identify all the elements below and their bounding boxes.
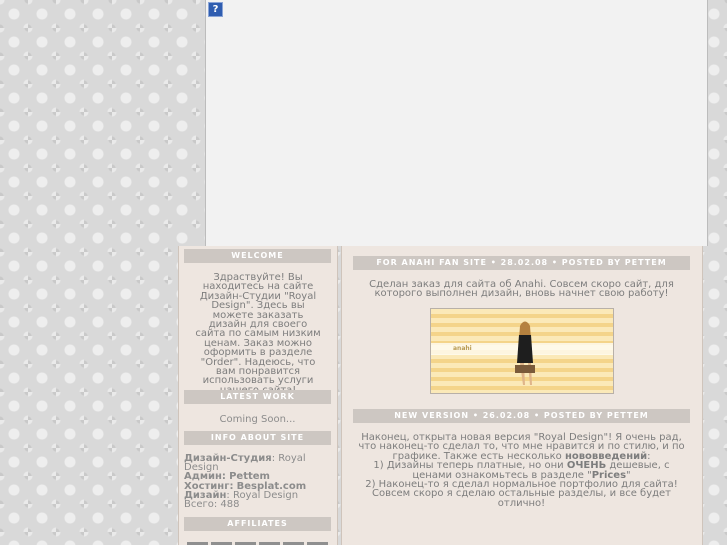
post-body: Наконец, открыта новая версия "Royal Des… bbox=[353, 433, 690, 509]
welcome-text: Здраствуйте! Вы находитесь на сайте Диза… bbox=[195, 272, 321, 395]
post-paragraph: 1) Дизайны теперь платные, но они ОЧЕНЬ … bbox=[353, 461, 690, 481]
latest-work-text: Coming Soon... bbox=[219, 414, 296, 425]
info-studio-line: Дизайн-Студия: Royal Design bbox=[184, 453, 331, 472]
post-paragraph: 2) Наконец-то я сделал нормальное портфо… bbox=[365, 479, 678, 509]
post-body: Сделан заказ для сайта об Anahi. Совсем … bbox=[369, 279, 674, 300]
sidebar-title-info: Info About Site bbox=[184, 431, 331, 445]
help-icon[interactable]: ? bbox=[208, 2, 223, 17]
post-title: For Anahi Fan Site • 28.02.08 • Posted b… bbox=[353, 256, 690, 270]
sidebar: Welcome Здраствуйте! Вы находитесь на са… bbox=[178, 246, 338, 545]
flash-header-area: ? bbox=[205, 0, 708, 246]
sidebar-title-welcome: Welcome bbox=[184, 249, 331, 263]
banner-logo: anahi bbox=[453, 345, 472, 352]
sidebar-title-latest-work: Latest Work bbox=[184, 390, 331, 404]
banner-figure-image bbox=[515, 321, 535, 385]
main-content: For Anahi Fan Site • 28.02.08 • Posted b… bbox=[341, 246, 703, 545]
info-total: Всего: 488 bbox=[184, 499, 240, 511]
site-info: Дизайн-Студия: Royal Design Админ: Pette… bbox=[184, 453, 331, 511]
post-title: New Version • 26.02.08 • Posted by Pette… bbox=[353, 409, 690, 423]
anahi-banner-image[interactable]: anahi bbox=[430, 308, 614, 394]
sidebar-title-affiliates: Affiliates bbox=[184, 517, 331, 531]
post-paragraph: Наконец, открыта новая версия "Royal Des… bbox=[353, 433, 690, 462]
